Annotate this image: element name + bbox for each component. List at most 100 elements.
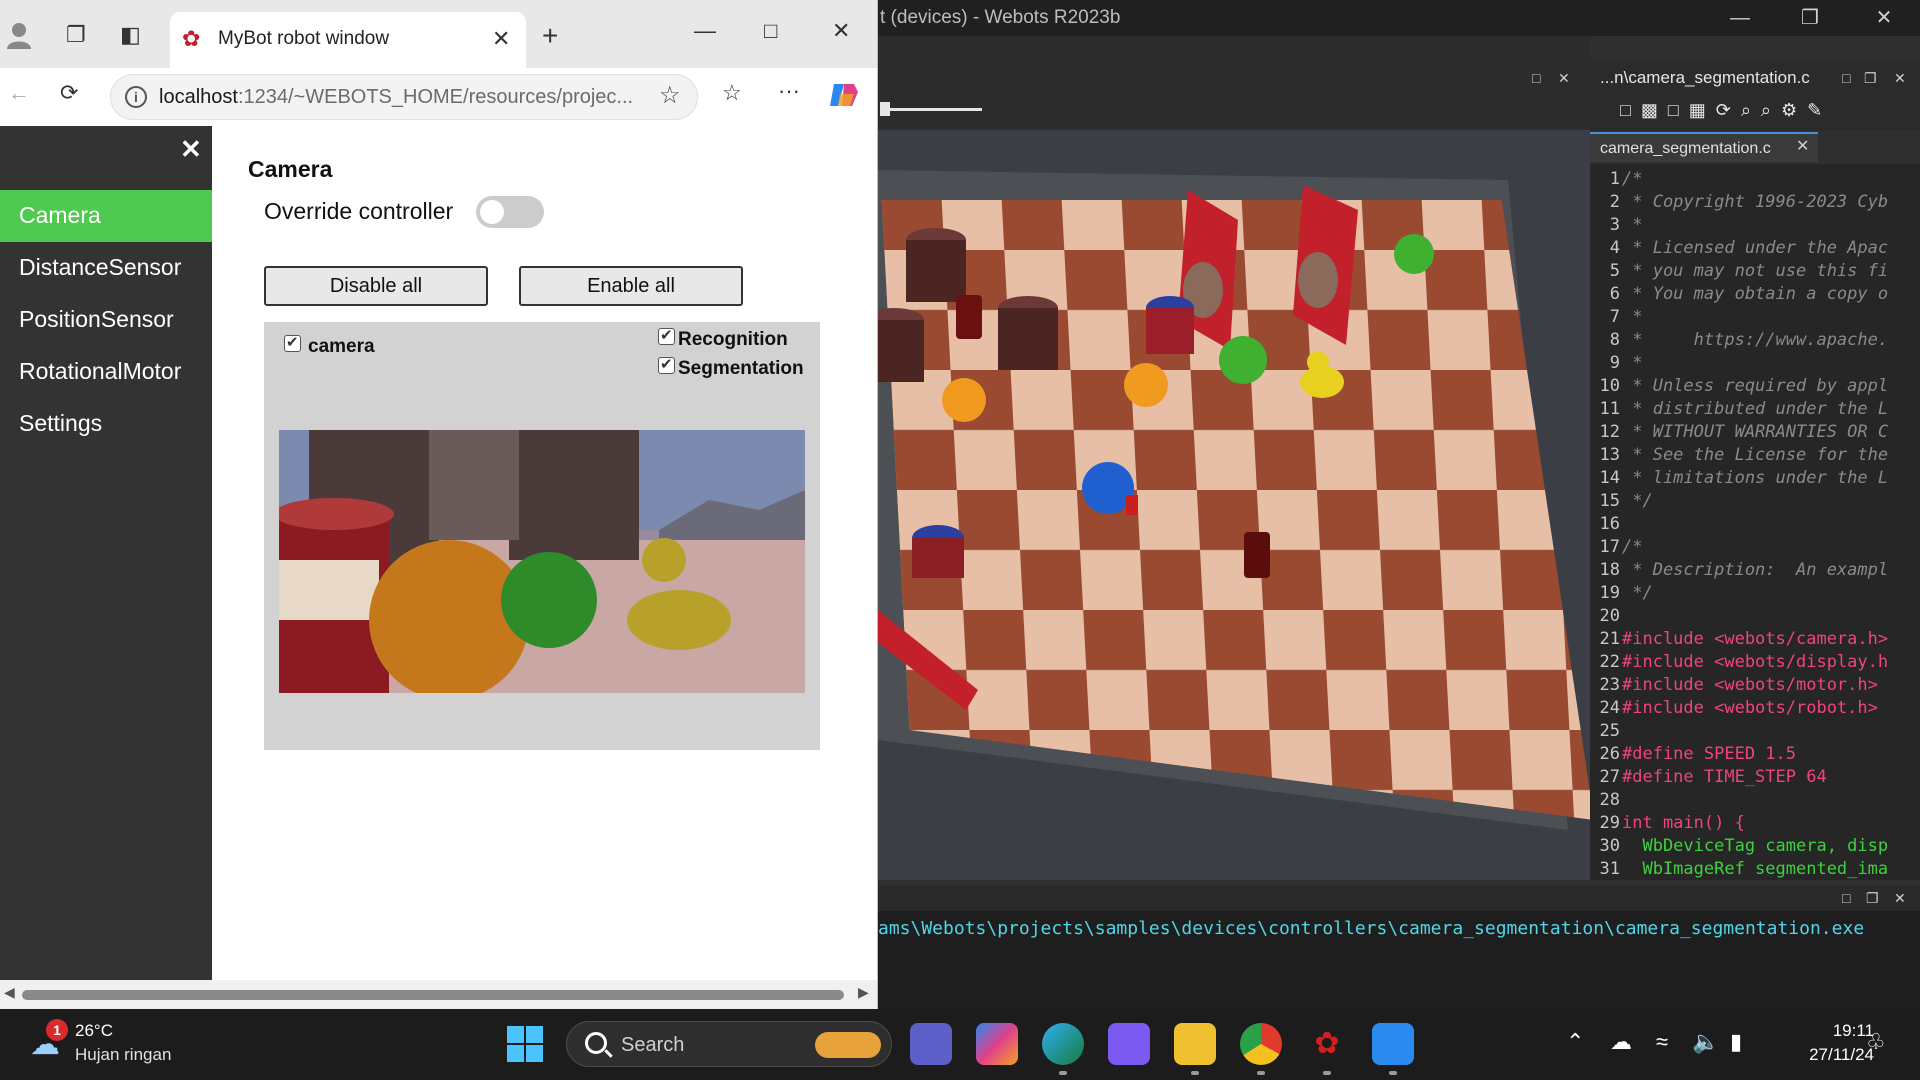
code-line[interactable]: 13 * See the License for the bbox=[1590, 445, 1889, 468]
new-tab-icon[interactable]: + bbox=[542, 20, 558, 52]
enable-all-button[interactable]: Enable all bbox=[519, 266, 743, 306]
code-line[interactable]: 27 #define TIME_STEP 64 bbox=[1590, 767, 1827, 790]
camera-enable-checkbox[interactable] bbox=[284, 333, 301, 352]
start-icon[interactable] bbox=[506, 1025, 544, 1063]
add-favorite-icon[interactable]: ☆ bbox=[659, 81, 681, 110]
code-line[interactable]: 3 * bbox=[1590, 215, 1643, 238]
disable-all-button[interactable]: Disable all bbox=[264, 266, 488, 306]
code-line[interactable]: 30 WbDeviceTag camera, disp bbox=[1590, 836, 1889, 859]
scene-maximize-icon[interactable]: □ bbox=[1532, 70, 1540, 86]
copilot-app-icon[interactable] bbox=[976, 1023, 1018, 1065]
code-line[interactable]: 8 * https://www.apache. bbox=[1590, 330, 1888, 353]
taskbar-search[interactable]: Search bbox=[566, 1021, 892, 1067]
weather-temperature[interactable]: 26°C bbox=[75, 1021, 113, 1041]
reload-icon[interactable]: ⟳ bbox=[60, 80, 78, 106]
vscode-icon[interactable] bbox=[1108, 1023, 1150, 1065]
scroll-right-icon[interactable]: ▶ bbox=[858, 984, 869, 1001]
more-options-icon[interactable]: ··· bbox=[778, 78, 800, 104]
3d-scene-view[interactable] bbox=[878, 130, 1590, 880]
code-line[interactable]: 11 * distributed under the L bbox=[1590, 399, 1889, 422]
favorites-icon[interactable]: ☆ bbox=[722, 80, 742, 106]
code-line[interactable]: 16 bbox=[1590, 514, 1622, 537]
editor-toolbar-icons[interactable]: □▩□▦⟳⌕⌕⚙✎ bbox=[1620, 100, 1832, 121]
scrollbar-thumb[interactable] bbox=[22, 990, 844, 1000]
code-line[interactable]: 18 * Description: An exampl bbox=[1590, 560, 1889, 583]
code-line[interactable]: 21 #include <webots/camera.h> bbox=[1590, 629, 1889, 652]
onedrive-icon[interactable]: ☁ bbox=[1610, 1029, 1632, 1055]
sidebar-item-positionsensor[interactable]: PositionSensor bbox=[0, 294, 212, 346]
back-icon[interactable]: ← bbox=[8, 80, 30, 106]
editor-tab-close-icon[interactable]: ✕ bbox=[1796, 136, 1809, 156]
copilot-icon[interactable] bbox=[828, 80, 860, 116]
code-line[interactable]: 9 * bbox=[1590, 353, 1643, 376]
chrome-icon[interactable] bbox=[1240, 1023, 1282, 1065]
volume-icon[interactable]: 🔈 bbox=[1692, 1029, 1719, 1055]
code-line[interactable]: 10 * Unless required by appl bbox=[1590, 376, 1889, 399]
sidebar-item-camera[interactable]: Camera bbox=[0, 190, 212, 242]
site-info-icon[interactable]: i bbox=[125, 86, 147, 108]
console-close-icon[interactable]: ✕ bbox=[1894, 890, 1906, 907]
profile-avatar[interactable] bbox=[6, 20, 32, 50]
code-line[interactable]: 24 #include <webots/robot.h> bbox=[1590, 698, 1878, 721]
battery-icon[interactable]: ▮ bbox=[1730, 1029, 1742, 1055]
code-line[interactable]: 25 bbox=[1590, 721, 1622, 744]
horizontal-scrollbar[interactable]: ◀ ▶ bbox=[0, 980, 877, 1009]
code-line[interactable]: 31 WbImageRef segmented_ima bbox=[1590, 859, 1889, 880]
code-line[interactable]: 14 * limitations under the L bbox=[1590, 468, 1889, 491]
code-line[interactable]: 19 */ bbox=[1590, 583, 1653, 606]
clock-date[interactable]: 27/11/24 bbox=[1782, 1045, 1874, 1065]
sidebar-item-settings[interactable]: Settings bbox=[0, 398, 212, 450]
workspaces-icon[interactable]: ❐ bbox=[66, 22, 86, 48]
webots-ladybug-icon[interactable]: ✿ bbox=[1306, 1023, 1348, 1065]
code-line[interactable]: 1/* bbox=[1590, 169, 1643, 192]
code-line[interactable]: 12 * WITHOUT WARRANTIES OR C bbox=[1590, 422, 1889, 445]
code-line[interactable]: 29 int main() { bbox=[1590, 813, 1745, 836]
code-line[interactable]: 2 * Copyright 1996-2023 Cyb bbox=[1590, 192, 1888, 215]
minimize-icon[interactable]: — bbox=[694, 18, 716, 44]
editor-float-icon[interactable]: ❐ bbox=[1864, 70, 1877, 87]
recognition-checkbox[interactable] bbox=[658, 326, 675, 345]
show-hidden-icons-icon[interactable]: ⌃ bbox=[1566, 1029, 1584, 1055]
editor-maximize-icon[interactable]: □ bbox=[1842, 70, 1850, 86]
clock-time[interactable]: 19:11 bbox=[1810, 1021, 1874, 1041]
code-line[interactable]: 28 bbox=[1590, 790, 1622, 813]
address-bar[interactable]: i localhost:1234/~WEBOTS_HOME/resources/… bbox=[110, 74, 698, 120]
sidebar-item-rotationalmotor[interactable]: RotationalMotor bbox=[0, 346, 212, 398]
notepad-icon[interactable] bbox=[1372, 1023, 1414, 1065]
override-controller-toggle[interactable] bbox=[476, 196, 544, 228]
weather-description[interactable]: Hujan ringan bbox=[75, 1045, 171, 1065]
console-float-icon[interactable]: ❐ bbox=[1866, 890, 1879, 907]
code-line[interactable]: 15 */ bbox=[1590, 491, 1653, 514]
code-line[interactable]: 5 * you may not use this fi bbox=[1590, 261, 1888, 284]
vertical-tabs-icon[interactable]: ◧ bbox=[120, 22, 141, 48]
console-maximize-icon[interactable]: □ bbox=[1842, 890, 1850, 906]
webots-close-icon[interactable]: ✕ bbox=[1860, 4, 1908, 32]
webots-minimize-icon[interactable]: — bbox=[1716, 4, 1764, 32]
code-line[interactable]: 17/* bbox=[1590, 537, 1643, 560]
code-line[interactable]: 26 #define SPEED 1.5 bbox=[1590, 744, 1796, 767]
scroll-left-icon[interactable]: ◀ bbox=[4, 984, 15, 1001]
editor-tab[interactable]: camera_segmentation.c bbox=[1590, 132, 1818, 162]
close-window-icon[interactable]: ✕ bbox=[832, 18, 850, 44]
speed-slider-knob[interactable] bbox=[880, 102, 890, 116]
notifications-bell-icon[interactable]: ♧ bbox=[1866, 1029, 1886, 1055]
code-line[interactable]: 20 bbox=[1590, 606, 1622, 629]
webots-restore-icon[interactable]: ❐ bbox=[1786, 4, 1834, 32]
sidebar-close-icon[interactable]: ✕ bbox=[180, 134, 202, 165]
code-line[interactable]: 4 * Licensed under the Apac bbox=[1590, 238, 1888, 261]
segmentation-checkbox[interactable] bbox=[658, 355, 675, 374]
code-line[interactable]: 23 #include <webots/motor.h> bbox=[1590, 675, 1878, 698]
scene-close-icon[interactable]: ✕ bbox=[1558, 70, 1570, 87]
code-line[interactable]: 6 * You may obtain a copy o bbox=[1590, 284, 1888, 307]
browser-tab-active[interactable]: ✿ MyBot robot window ✕ bbox=[170, 12, 526, 68]
wifi-icon[interactable]: ≈ bbox=[1656, 1029, 1668, 1055]
code-line[interactable]: 7 * bbox=[1590, 307, 1643, 330]
tab-close-icon[interactable]: ✕ bbox=[492, 26, 510, 52]
edge-icon[interactable] bbox=[1042, 1023, 1084, 1065]
code-editor[interactable]: 1/* 2 * Copyright 1996-2023 Cyb 3 * 4 * Lic… bbox=[1590, 164, 1920, 880]
editor-close-icon[interactable]: ✕ bbox=[1894, 70, 1906, 87]
maximize-icon[interactable]: □ bbox=[764, 18, 777, 44]
speed-slider[interactable] bbox=[882, 108, 982, 111]
sidebar-item-distancesensor[interactable]: DistanceSensor bbox=[0, 242, 212, 294]
url-text[interactable]: localhost:1234/~WEBOTS_HOME/resources/pr… bbox=[159, 86, 633, 109]
